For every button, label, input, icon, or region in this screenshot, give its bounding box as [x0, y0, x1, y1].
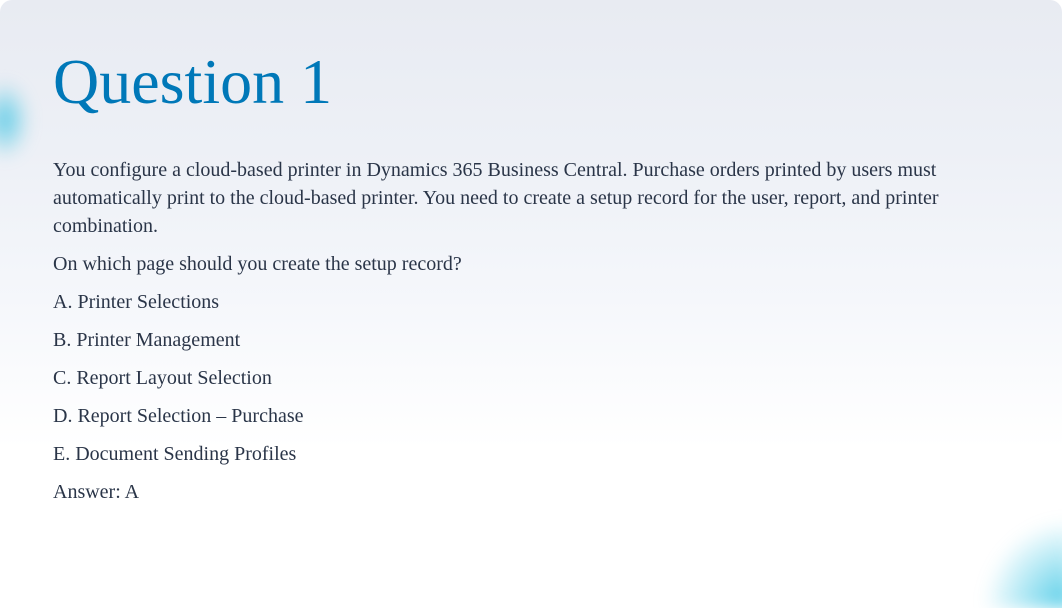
question-title: Question 1	[53, 50, 1009, 114]
option-d: D. Report Selection – Purchase	[53, 402, 1009, 430]
option-a: A. Printer Selections	[53, 288, 1009, 316]
option-c: C. Report Layout Selection	[53, 364, 1009, 392]
answer-text: Answer: A	[53, 478, 1009, 506]
slide-container: Question 1 You configure a cloud-based p…	[0, 0, 1062, 598]
decorative-glow-left	[0, 80, 30, 160]
option-b: B. Printer Management	[53, 326, 1009, 354]
scenario-text: You configure a cloud-based printer in D…	[53, 156, 1009, 240]
option-e: E. Document Sending Profiles	[53, 440, 1009, 468]
decorative-glow-bottom-right	[982, 518, 1062, 608]
question-body: You configure a cloud-based printer in D…	[53, 156, 1009, 506]
question-prompt: On which page should you create the setu…	[53, 250, 1009, 278]
